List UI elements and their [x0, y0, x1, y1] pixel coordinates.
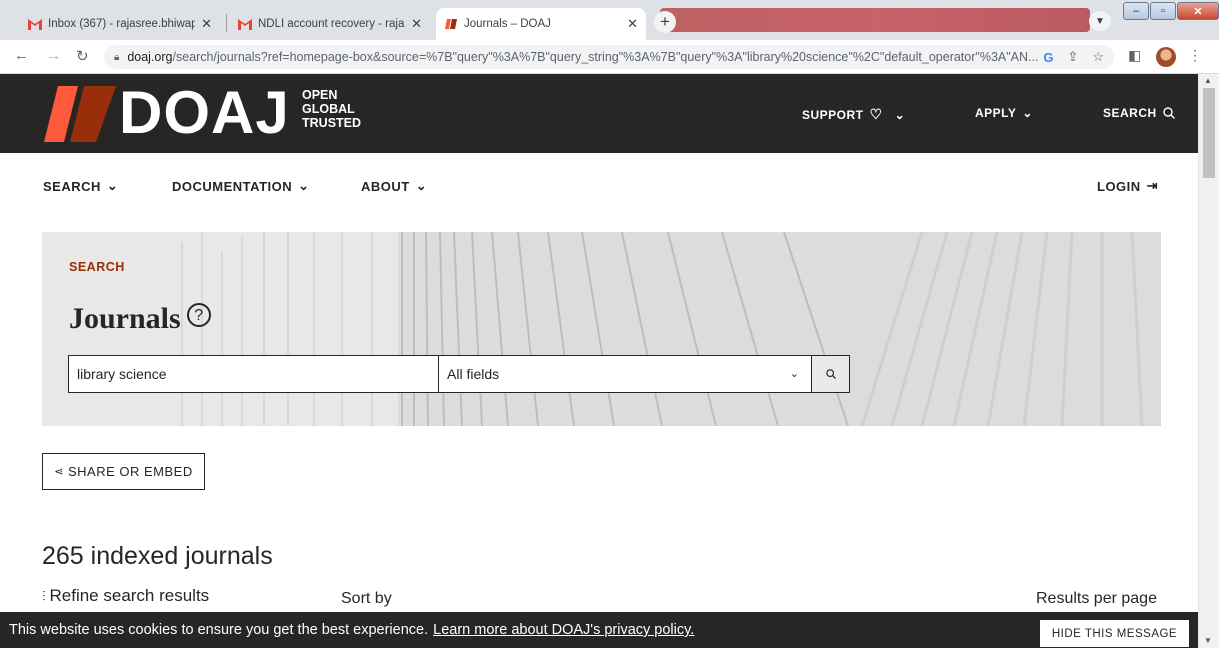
sort-by-label: Sort by [341, 590, 392, 607]
star-icon[interactable]: ☆ [1092, 49, 1104, 65]
help-question-icon[interactable]: ? [186, 303, 211, 327]
search-hero: SEARCH Journals ? library science All fi… [42, 232, 1161, 426]
reload-icon[interactable]: ↻ [76, 47, 89, 65]
scroll-down-icon[interactable]: ▼ [1204, 636, 1212, 645]
url-host: doaj.org [127, 50, 173, 64]
search-icon [1162, 107, 1175, 119]
journal-search-input[interactable]: library science [68, 355, 439, 393]
tab-ndli-recovery[interactable]: NDLI account recovery - rajasree. ✕ [230, 8, 430, 40]
hide-cookie-message-button[interactable]: HIDE THIS MESSAGE [1040, 620, 1189, 647]
logo-wordmark[interactable]: DOAJ [119, 80, 290, 146]
site-header: DOAJ OPEN GLOBAL TRUSTED SUPPORT ♡ ⌄ APP… [0, 74, 1198, 153]
share-icon[interactable]: ⇪ [1067, 49, 1078, 65]
refine-label: Refine search results [49, 586, 210, 605]
subnav-search[interactable]: SEARCH ⌄ [43, 178, 118, 194]
tab-search-chevron-icon[interactable]: ▼ [1089, 11, 1111, 31]
chevron-down-icon: ⌄ [789, 368, 799, 380]
minimize-icon[interactable]: ‒ [1123, 2, 1149, 20]
tagline-open: OPEN [302, 88, 338, 102]
browser-toolbar: ← → ↻ 🔒︎ doaj.org/search/journals?ref=ho… [0, 40, 1219, 74]
chevron-down-icon: ⌄ [415, 178, 428, 193]
tagline-global: GLOBAL [302, 102, 355, 116]
share-icon: ⋖ [54, 466, 64, 478]
cookie-banner: This website uses cookies to ensure you … [0, 612, 1198, 648]
search-label: SEARCH [1103, 106, 1157, 120]
tagline-trusted: TRUSTED [302, 116, 362, 130]
scroll-up-icon[interactable]: ▲ [1204, 76, 1212, 85]
header-nav-apply[interactable]: APPLY ⌄ [975, 106, 1033, 120]
chevron-down-icon: ⌄ [298, 178, 310, 193]
subnav-about-label: ABOUT [361, 178, 410, 194]
page-title: Journals ? [69, 302, 211, 336]
arrow-left-icon[interactable]: ← [14, 47, 29, 64]
subnav-documentation-label: DOCUMENTATION [172, 178, 293, 194]
results-per-page-label: Results per page [1036, 590, 1157, 607]
search-submit-button[interactable] [811, 355, 850, 393]
window-controls: ‒ ▫ ✕ [1122, 2, 1219, 22]
chevron-down-icon: ⌄ [894, 107, 906, 122]
url-path: /search/journals?ref=homepage-box&source… [172, 50, 1039, 64]
kebab-menu-icon[interactable]: ⋮ [1188, 47, 1202, 64]
cookie-message: This website uses cookies to ensure you … [9, 622, 429, 638]
side-panel-icon[interactable]: ◧ [1128, 47, 1141, 64]
chevron-down-icon: ⌄ [106, 178, 119, 193]
maximize-icon[interactable]: ▫ [1150, 2, 1176, 20]
tab-close-icon[interactable]: ✕ [627, 16, 638, 32]
tab-separator [226, 14, 227, 32]
header-nav-support[interactable]: SUPPORT ♡ ⌄ [802, 106, 905, 123]
doaj-favicon-icon [445, 19, 457, 29]
search-field-selected: All fields [447, 366, 500, 382]
share-or-embed-button[interactable]: ⋖ SHARE OR EMBED [42, 453, 205, 490]
subnav-login[interactable]: LOGIN ⇥ [1097, 178, 1158, 194]
page-scrollbar[interactable]: ▲ ▼ [1198, 74, 1219, 648]
lock-icon[interactable]: 🔒︎ [114, 52, 119, 63]
tab-title: Inbox (367) - rajasree.bhiwapur20 [48, 18, 196, 30]
arrow-right-icon[interactable]: → [46, 47, 61, 64]
google-icon[interactable]: G [1043, 50, 1053, 65]
share-label: SHARE OR EMBED [67, 464, 193, 479]
subnav-search-label: SEARCH [43, 178, 101, 194]
apply-label: APPLY [975, 106, 1017, 120]
address-bar[interactable]: 🔒︎ doaj.org/search/journals?ref=homepage… [104, 45, 1114, 69]
profile-avatar[interactable] [1156, 47, 1176, 67]
gmail-icon [28, 19, 42, 30]
tab-title: NDLI account recovery - rajasree. [258, 18, 405, 30]
header-nav-search[interactable]: SEARCH [1103, 106, 1175, 120]
logo-tagline: OPEN GLOBAL TRUSTED [302, 88, 361, 130]
window-title-bar-highlight [660, 8, 1090, 32]
doaj-page: DOAJ OPEN GLOBAL TRUSTED SUPPORT ♡ ⌄ APP… [0, 74, 1198, 648]
sliders-icon: ⫶ [42, 587, 46, 604]
search-icon [825, 369, 836, 379]
gmail-icon [238, 19, 252, 30]
support-label: SUPPORT [802, 107, 864, 122]
tab-close-icon[interactable]: ✕ [201, 16, 212, 32]
tab-gmail-inbox[interactable]: Inbox (367) - rajasree.bhiwapur20 ✕ [20, 8, 220, 40]
close-window-icon[interactable]: ✕ [1177, 2, 1219, 20]
tab-title: Journals – DOAJ [464, 18, 551, 30]
omnibox-actions: G ⇪ ☆ [1043, 45, 1114, 69]
tab-doaj-journals[interactable]: Journals – DOAJ ✕ [436, 8, 646, 40]
chevron-down-icon: ⌄ [1022, 106, 1033, 120]
results-count: 265 indexed journals [42, 542, 273, 570]
new-tab-button[interactable]: + [654, 11, 676, 33]
login-label: LOGIN [1097, 178, 1141, 194]
hero-search-label: SEARCH [69, 260, 125, 274]
privacy-policy-link[interactable]: Learn more about DOAJ's privacy policy. [433, 622, 694, 638]
login-icon: ⇥ [1146, 178, 1159, 193]
subnav-about[interactable]: ABOUT ⌄ [361, 178, 427, 194]
subnav-documentation[interactable]: DOCUMENTATION ⌄ [172, 178, 310, 194]
doaj-logo-icon[interactable] [44, 86, 116, 142]
page-title-text: Journals [69, 302, 181, 335]
scrollbar-thumb[interactable] [1203, 88, 1215, 178]
browser-tab-strip: Inbox (367) - rajasree.bhiwapur20 ✕ NDLI… [0, 0, 1219, 40]
refine-search-results[interactable]: ⫶ Refine search results [42, 586, 209, 606]
heart-icon: ♡ [869, 106, 883, 122]
tab-close-icon[interactable]: ✕ [411, 16, 422, 32]
search-field-select[interactable]: All fields ⌄ [438, 355, 812, 393]
